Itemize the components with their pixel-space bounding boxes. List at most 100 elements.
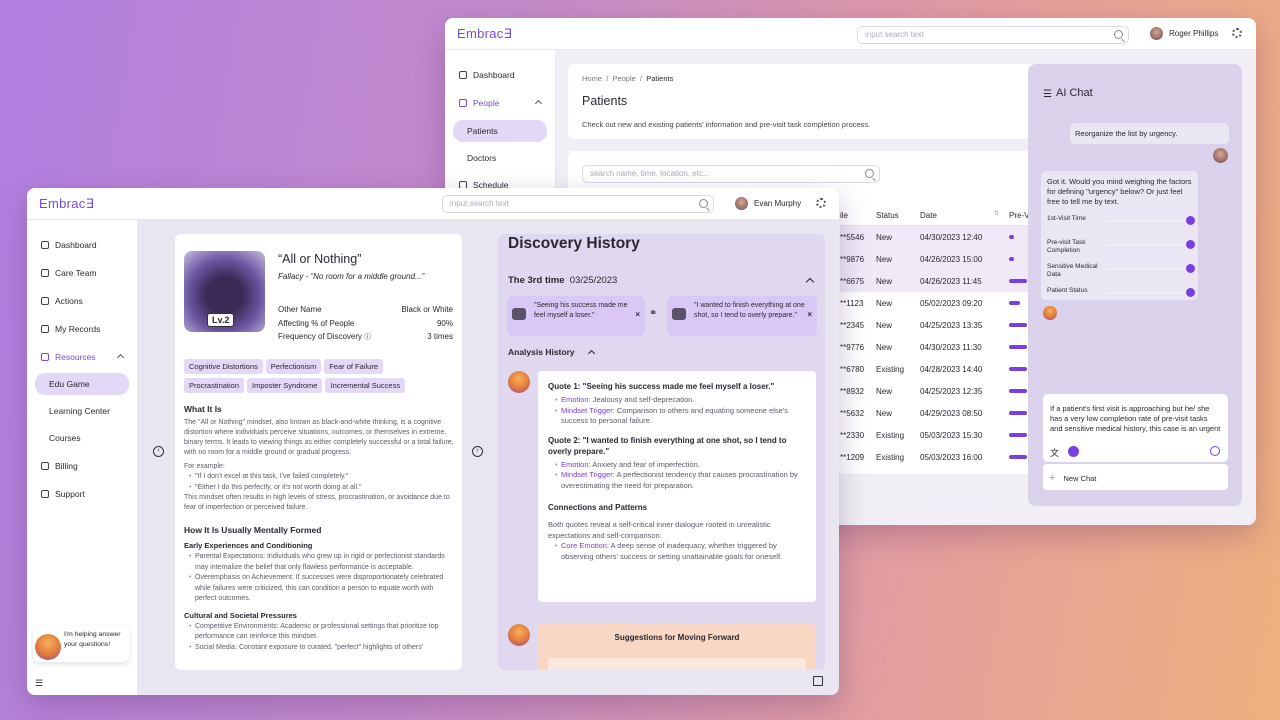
urgency-factor[interactable]: Patient Status xyxy=(1047,287,1195,309)
front-topbar: Embrac∃ input search text Evan Murphy xyxy=(27,188,839,220)
link-icon[interactable]: ⚭ xyxy=(649,308,657,319)
user-menu[interactable]: Roger Phillips xyxy=(1150,27,1218,40)
table-row[interactable]: **1209 Existing 05/03/2023 16:00 xyxy=(840,446,1040,468)
table-header: ile Status Date ⇅ Pre-V xyxy=(840,204,1040,226)
breadcrumb-home[interactable]: Home xyxy=(582,74,602,83)
slider-knob[interactable] xyxy=(1186,216,1195,225)
suggestion-item xyxy=(548,658,806,670)
factor-slider[interactable] xyxy=(1105,288,1195,297)
global-search-input[interactable]: input search text xyxy=(442,195,714,213)
table-row[interactable]: **6780 Existing 04/28/2023 14:40 xyxy=(840,358,1040,380)
table-row[interactable]: **5632 New 04/29/2023 08:50 xyxy=(840,402,1040,424)
gear-icon[interactable] xyxy=(1232,28,1242,38)
factor-slider[interactable] xyxy=(1105,216,1195,225)
page-subtitle: Check out new and existing patients' inf… xyxy=(582,120,871,129)
urgency-factor[interactable]: Pre-visit Task Completion xyxy=(1047,239,1195,261)
table-row[interactable]: **2345 New 04/25/2023 13:35 xyxy=(840,314,1040,336)
ai-avatar xyxy=(508,624,530,646)
tag[interactable]: Procrastination xyxy=(184,378,245,393)
close-icon[interactable]: × xyxy=(807,310,812,320)
progress-bar xyxy=(1009,411,1027,415)
nav-edu-game[interactable]: Edu Game xyxy=(35,373,129,395)
nav-care-team[interactable]: Care Team xyxy=(35,262,129,284)
nav-dashboard[interactable]: Dashboard xyxy=(35,234,129,256)
discovery-time-header[interactable]: The 3rd time 03/25/2023 xyxy=(508,275,617,286)
urgency-factor[interactable]: Sensitive Medical Data xyxy=(1047,263,1195,285)
table-row[interactable]: **1123 New 05/02/2023 09:20 xyxy=(840,292,1040,314)
nav-courses[interactable]: Courses xyxy=(35,427,129,449)
gear-icon[interactable] xyxy=(816,198,826,208)
close-icon[interactable]: × xyxy=(635,310,640,320)
info-icon[interactable]: ⓘ xyxy=(364,334,371,341)
fallacy-subtitle: Fallacy - “No room for a middle ground..… xyxy=(278,272,425,281)
suggestions-card: Suggestions for Moving Forward xyxy=(538,624,816,670)
tag[interactable]: Fear of Failure xyxy=(324,359,383,374)
table-row[interactable]: **6675 New 04/26/2023 11:45 xyxy=(840,270,1040,292)
discovery-history-panel: Discovery History The 3rd time 03/25/202… xyxy=(498,234,825,670)
microphone-icon[interactable] xyxy=(1068,446,1079,457)
nav-people[interactable]: People xyxy=(453,92,547,114)
dashboard-icon xyxy=(459,71,467,79)
nav-billing[interactable]: Billing xyxy=(35,455,129,477)
back-topbar: Embrac∃ input search text Roger Phillips xyxy=(445,18,1256,50)
ai-avatar xyxy=(508,371,530,393)
slider-knob[interactable] xyxy=(1186,288,1195,297)
slider-knob[interactable] xyxy=(1186,240,1195,249)
quote-chip-2[interactable]: "I wanted to finish everything at one sh… xyxy=(667,296,817,336)
app-logo[interactable]: Embrac∃ xyxy=(457,26,512,42)
analysis-history-header[interactable]: Analysis History xyxy=(508,347,575,357)
nav-learning-center[interactable]: Learning Center xyxy=(35,400,129,422)
breadcrumb-people[interactable]: People xyxy=(612,74,635,83)
resources-icon xyxy=(41,353,49,361)
avatar xyxy=(1150,27,1163,40)
new-chat-button[interactable]: + New Chat xyxy=(1043,464,1228,490)
helper-bubble[interactable]: I'm helping answer your questions! xyxy=(33,626,129,662)
table-row[interactable]: **9776 New 04/30/2023 11:30 xyxy=(840,336,1040,358)
chevron-up-icon[interactable] xyxy=(805,277,815,287)
next-arrow-icon[interactable]: › xyxy=(472,446,483,457)
nav-resources[interactable]: Resources xyxy=(35,346,129,368)
quote-chip-1[interactable]: "Seeing his success made me feel myself … xyxy=(507,296,645,336)
fullscreen-icon[interactable] xyxy=(813,676,823,686)
send-icon[interactable] xyxy=(1210,446,1220,456)
sort-icon[interactable]: ⇅ xyxy=(994,210,999,217)
actions-icon xyxy=(41,297,49,305)
user-menu[interactable]: Evan Murphy xyxy=(735,197,801,210)
user-message: Reorganize the list by urgency. xyxy=(1070,123,1229,144)
tag[interactable]: Incremental Success xyxy=(325,378,406,393)
progress-bar xyxy=(1009,433,1027,437)
search-icon[interactable] xyxy=(1114,30,1123,39)
translate-icon[interactable]: 文 xyxy=(1050,446,1059,459)
nav-actions[interactable]: Actions xyxy=(35,290,129,312)
page-title: Patients xyxy=(582,94,628,108)
nav-patients[interactable]: Patients xyxy=(453,120,547,142)
patients-table: ile Status Date ⇅ Pre-V **5546 New 04/30/2… xyxy=(840,204,1040,474)
chevron-up-icon[interactable] xyxy=(587,349,596,358)
previous-arrow-icon[interactable]: ‹ xyxy=(153,446,164,457)
table-row[interactable]: **2330 Existing 05/03/2023 15:30 xyxy=(840,424,1040,446)
chat-input-text[interactable]: If a patient's first visit is approachin… xyxy=(1050,404,1221,434)
tag[interactable]: Cognitive Distortions xyxy=(184,359,263,374)
table-row[interactable]: **9876 New 04/26/2023 15:00 xyxy=(840,248,1040,270)
urgency-factor[interactable]: 1st-Visit Time xyxy=(1047,215,1195,237)
nav-doctors[interactable]: Doctors xyxy=(453,147,547,169)
menu-icon[interactable]: ☰ xyxy=(1043,89,1052,100)
nav-dashboard[interactable]: Dashboard xyxy=(453,64,547,86)
search-icon[interactable] xyxy=(699,199,708,208)
table-filter-input[interactable]: search name, time, location, etc... xyxy=(582,165,880,183)
tag[interactable]: Perfectionism xyxy=(265,359,322,374)
table-row[interactable]: **5546 New 04/30/2023 12:40 xyxy=(840,226,1040,248)
chat-input-box[interactable]: If a patient's first visit is approachin… xyxy=(1043,394,1228,462)
nav-support[interactable]: Support xyxy=(35,483,129,505)
tag[interactable]: Imposter Syndrome xyxy=(247,378,323,393)
search-icon[interactable] xyxy=(865,169,874,178)
factor-slider[interactable] xyxy=(1105,240,1195,249)
global-search-input[interactable]: input search text xyxy=(857,26,1129,44)
table-row[interactable]: **8932 New 04/25/2023 12:35 xyxy=(840,380,1040,402)
factor-slider[interactable] xyxy=(1105,264,1195,273)
avatar xyxy=(735,197,748,210)
nav-my-records[interactable]: My Records xyxy=(35,318,129,340)
app-logo[interactable]: Embrac∃ xyxy=(39,196,94,212)
slider-knob[interactable] xyxy=(1186,264,1195,273)
collapse-menu-icon[interactable]: ☰ xyxy=(35,678,43,689)
